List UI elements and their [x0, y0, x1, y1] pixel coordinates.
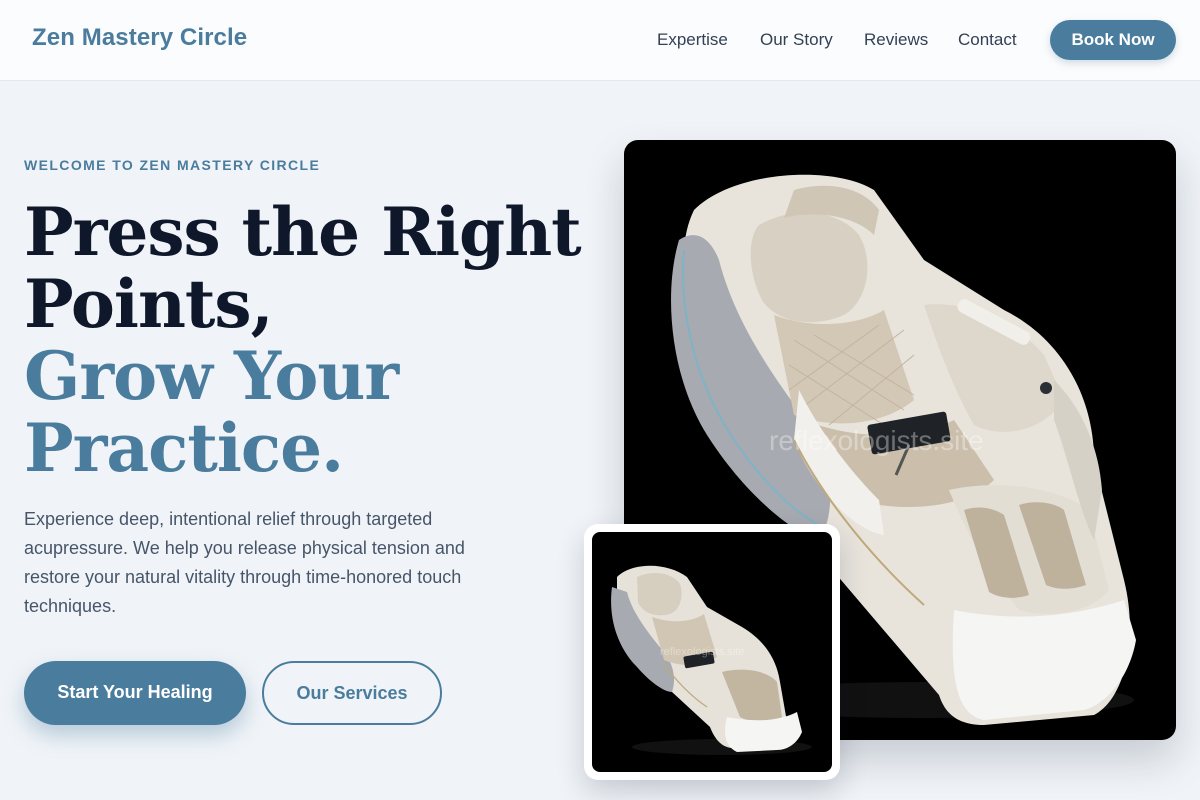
site-header: Zen Mastery Circle Expertise Our Story R…: [0, 0, 1200, 81]
photo-watermark: reflexologists.site: [769, 425, 984, 456]
hero-description: Experience deep, intentional relief thro…: [24, 509, 465, 616]
nav-link-expertise[interactable]: Expertise: [657, 30, 728, 50]
headline-line-1: Press the Right: [24, 193, 582, 271]
hero-eyebrow: WELCOME TO ZEN MASTERY CIRCLE: [24, 157, 321, 173]
brand-logo[interactable]: Zen Mastery Circle: [32, 24, 247, 52]
nav-link-reviews[interactable]: Reviews: [864, 30, 928, 50]
hero-headline: Press the Right Points, Grow Your Practi…: [24, 196, 584, 484]
headline-line-4: Practice.: [24, 409, 344, 487]
thumbnail-card: reflexologists.site: [584, 524, 840, 780]
thumbnail-watermark: reflexologists.site: [660, 646, 745, 658]
headline-line-2: Points,: [24, 265, 274, 343]
massage-chair-thumbnail: reflexologists.site: [592, 532, 832, 772]
nav-link-contact[interactable]: Contact: [958, 30, 1017, 50]
nav-link-our-story[interactable]: Our Story: [760, 30, 833, 50]
book-now-button[interactable]: Book Now: [1050, 20, 1176, 60]
start-healing-button[interactable]: Start Your Healing: [24, 661, 246, 725]
our-services-button[interactable]: Our Services: [262, 661, 442, 725]
headline-line-3: Grow Your: [24, 337, 399, 415]
